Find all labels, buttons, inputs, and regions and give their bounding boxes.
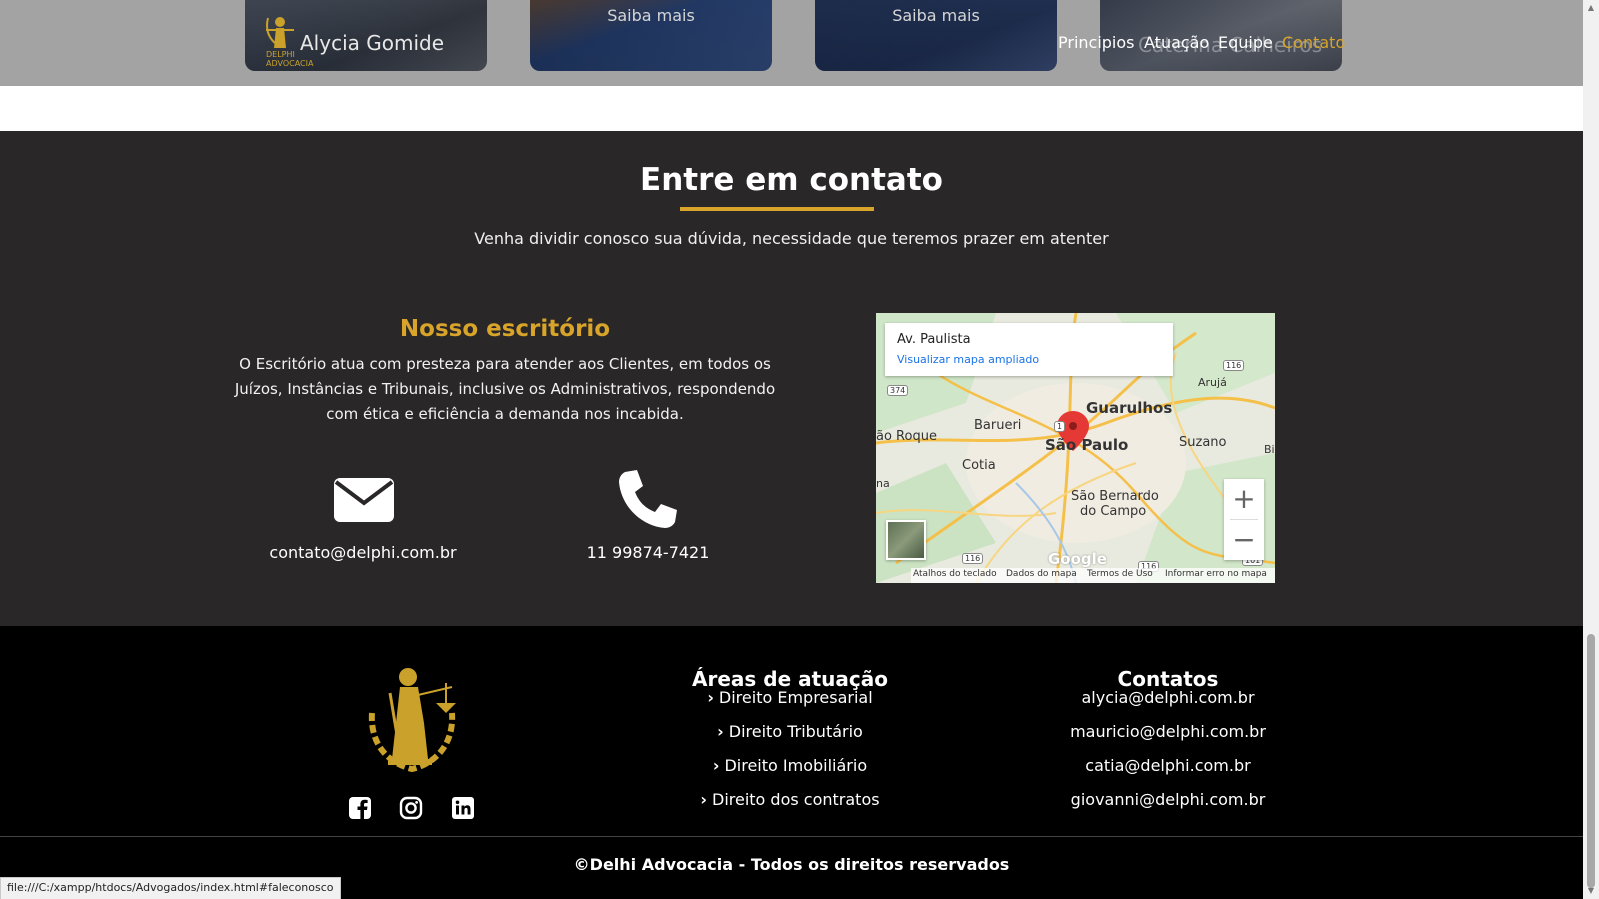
scrollbar-thumb[interactable] (1587, 634, 1595, 888)
map-road-shield: 116 (1223, 360, 1245, 371)
footer-contact-email[interactable]: mauricio@delphi.com.br (1018, 722, 1318, 741)
area-link-label: Direito Empresarial (718, 688, 873, 707)
map-enlarge-link[interactable]: Visualizar mapa ampliado (897, 353, 1039, 366)
site-footer: Áreas de atuação › Direito Empresarial › D… (0, 626, 1583, 899)
envelope-icon[interactable] (333, 477, 395, 523)
map-footer-link[interactable]: Dados do mapa (1006, 569, 1077, 579)
title-underline (680, 207, 874, 211)
chevron-right-icon: › (700, 790, 707, 809)
area-link[interactable]: › Direito Tributário (640, 722, 940, 741)
facebook-icon[interactable] (348, 796, 372, 820)
area-link[interactable]: › Direito Imobiliário (640, 756, 940, 775)
contact-section: Entre em contato Venha dividir conosco s… (0, 131, 1583, 626)
team-card[interactable]: Saiba mais (815, 0, 1057, 71)
map-satellite-toggle[interactable] (886, 520, 926, 560)
map-city-label: Bi (1264, 443, 1275, 456)
footer-contact-email[interactable]: catia@delphi.com.br (1018, 756, 1318, 775)
map-city-label: Cotia (962, 458, 996, 473)
scroll-down-icon[interactable]: ▼ (1583, 883, 1599, 899)
map-road-shield: 1 (1054, 421, 1066, 432)
footer-contact-email[interactable]: giovanni@delphi.com.br (1018, 790, 1318, 809)
copyright: ©Delhi Advocacia - Todos os direitos res… (573, 855, 1010, 874)
map-zoom-control: + − (1224, 479, 1264, 560)
map-city-label: na (876, 477, 890, 490)
team-card[interactable]: Saiba mais (530, 0, 772, 71)
map-city-label: São Paulo (1045, 436, 1129, 454)
footer-contact-email[interactable]: alycia@delphi.com.br (1018, 688, 1318, 707)
google-map[interactable]: Av. Paulista Visualizar mapa ampliado Gu… (876, 313, 1275, 583)
map-footer-link[interactable]: Termos de Uso (1087, 569, 1153, 579)
area-link[interactable]: › Direito Empresarial (640, 688, 940, 707)
chevron-right-icon: › (712, 756, 720, 775)
instagram-icon[interactable] (399, 796, 423, 820)
map-city-label: Guarulhos (1086, 399, 1173, 417)
footer-divider (0, 836, 1583, 837)
nav-item-atuacao[interactable]: Atuação (1144, 33, 1209, 52)
logo-text-advocacia: ADVOCACIA (266, 59, 314, 68)
map-place-title: Av. Paulista (897, 332, 971, 347)
map-city-label: do Campo (1080, 504, 1147, 519)
scroll-up-icon[interactable]: ▲ (1583, 0, 1599, 16)
map-road-shield: 374 (887, 385, 909, 396)
map-city-label: São Bernardo (1071, 489, 1159, 504)
map-city-label: Suzano (1179, 435, 1227, 450)
contact-email[interactable]: contato@delphi.com.br (263, 543, 463, 562)
contact-phone[interactable]: 11 99874-7421 (548, 543, 748, 562)
office-description: O Escritório atua com presteza para aten… (234, 355, 776, 423)
map-footer: Atalhos do teclado Dados do mapa Termos … (911, 568, 1275, 583)
contact-subtitle: Venha dividir conosco sua dúvida, necess… (474, 229, 1109, 248)
area-link-label: Direito Tributário (728, 722, 863, 741)
map-info-card: Av. Paulista Visualizar mapa ampliado (885, 323, 1173, 376)
nav-item-equipe[interactable]: Equipe (1218, 33, 1273, 52)
nav-item-principios[interactable]: Principios (1058, 33, 1135, 52)
chevron-right-icon: › (717, 722, 724, 741)
map-road-shield: 116 (962, 553, 984, 564)
map-city-label: Barueri (974, 418, 1022, 433)
nav-item-contato[interactable]: Contato (1282, 33, 1345, 52)
page-scrollbar[interactable]: ▲ ▼ (1583, 0, 1599, 899)
area-link[interactable]: › Direito dos contratos (640, 790, 940, 809)
zoom-out-button[interactable]: − (1224, 520, 1264, 560)
chevron-right-icon: › (707, 688, 714, 707)
area-link-label: Direito Imobiliário (724, 756, 868, 775)
area-link-label: Direito dos contratos (712, 790, 880, 809)
phone-icon[interactable] (617, 468, 679, 530)
office-title: Nosso escritório (399, 316, 611, 342)
browser-status-url: file:///C:/xampp/htdocs/Advogados/index.… (0, 877, 341, 899)
logo-text-delphi: DELPHI (266, 50, 295, 59)
linkedin-icon[interactable] (451, 796, 475, 820)
team-member-name: Alycia Gomide (300, 31, 445, 55)
map-footer-link[interactable]: Atalhos do teclado (913, 569, 997, 579)
contact-title: Entre em contato (640, 162, 943, 198)
google-logo: Google (1048, 550, 1107, 568)
map-footer-link[interactable]: Informar erro no mapa (1165, 569, 1267, 579)
saiba-mais-link[interactable]: Saiba mais (815, 6, 1057, 25)
team-section: Saiba mais Saiba mais (0, 0, 1583, 86)
map-city-label: Arujá (1198, 376, 1227, 389)
map-city-label: ão Roque (876, 429, 937, 444)
lady-justice-logo-icon (368, 668, 456, 773)
saiba-mais-link[interactable]: Saiba mais (530, 6, 772, 25)
zoom-in-button[interactable]: + (1224, 479, 1264, 519)
